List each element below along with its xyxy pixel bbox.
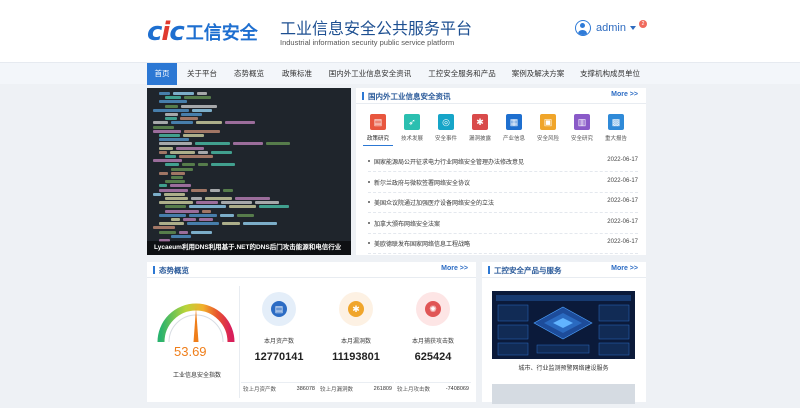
stat-compare: 较上月资产数 386078: [241, 382, 317, 394]
category-tab-1[interactable]: ➶ 技术发展: [397, 114, 427, 142]
bug-icon: ✱: [339, 292, 373, 326]
stat-value: 12770141: [254, 351, 304, 363]
category-label: 漏洞披露: [468, 136, 491, 142]
news-carousel[interactable]: Lycaeum利用DNS利用基于.NET的DNS后门攻击能源和电信行业: [147, 88, 351, 255]
stat-compare-label: 较上月资产数: [243, 386, 277, 393]
nav-item-members[interactable]: 支撑机构成员单位: [572, 63, 648, 85]
category-tab-4[interactable]: ▦ 产业信息: [499, 114, 529, 142]
news-item[interactable]: 加拿大颁布网络安全法案 2022-06-17: [368, 214, 638, 234]
stat-compare-label: 较上月攻击数: [397, 386, 431, 393]
news-item[interactable]: 国家能源局公开征求电力行业网络安全管理办法修改意见 2022-06-17: [368, 152, 638, 172]
news-panel-title: 国内外工业信息安全资讯: [368, 92, 451, 101]
stat-compare-value: 386078: [296, 385, 315, 392]
carousel-caption[interactable]: Lycaeum利用DNS利用基于.NET的DNS后门攻击能源和电信行业: [147, 241, 351, 255]
virus-icon: ✺: [416, 292, 450, 326]
stat-label: 本月资产数: [263, 339, 294, 345]
category-label: 安全研究: [570, 136, 593, 142]
product-image[interactable]: [492, 291, 635, 359]
cic-logo[interactable]: cic 工信安全: [147, 17, 258, 47]
stat-compare: 较上月攻击数 -7408069: [395, 382, 471, 394]
product-more-link[interactable]: More >>: [611, 265, 638, 272]
user-icon: [575, 20, 591, 36]
news-more-link[interactable]: More >>: [611, 91, 638, 98]
user-menu[interactable]: admin 2: [575, 18, 647, 38]
category-label: 政策研究: [366, 136, 389, 142]
nav-item-home[interactable]: 首页: [147, 63, 177, 85]
chart-icon: ▦: [506, 114, 522, 130]
alert-icon: ◎: [438, 114, 454, 130]
news-item[interactable]: 美国众议院通过加强医疗设备网络安全的立法 2022-06-17: [368, 193, 638, 213]
news-title[interactable]: 加拿大颁布网络安全法案: [374, 219, 440, 228]
stat-compare-label: 较上月漏洞数: [320, 386, 354, 393]
stat-compare-value: -7408069: [445, 385, 469, 392]
stat-compare: 较上月漏洞数 261809: [318, 382, 394, 394]
nav-item-cases[interactable]: 案例及解决方案: [506, 63, 570, 85]
news-date: 2022-06-17: [607, 198, 638, 204]
book-icon: ▥: [574, 114, 590, 130]
doc-icon: ▤: [370, 114, 386, 130]
stat-label: 本月漏洞数: [340, 339, 371, 345]
category-tab-7[interactable]: ▩ 重大报告: [601, 114, 631, 142]
chevron-down-icon: [629, 26, 636, 30]
stat-card: ✺ 本月捕获攻击数 625424: [395, 292, 471, 363]
news-date: 2022-06-17: [607, 157, 638, 163]
news-item[interactable]: 美欧德联发布国家网络信息工程战略 2022-06-17: [368, 234, 638, 254]
category-tab-2[interactable]: ◎ 安全事件: [431, 114, 461, 142]
situation-more-link[interactable]: More >>: [441, 265, 468, 272]
main-nav: 首页 关于平台 态势概览 政策标准 国内外工业信息安全资讯 工控安全服务和产品 …: [0, 62, 800, 85]
nav-item-about[interactable]: 关于平台: [180, 63, 224, 85]
stat-label: 本月捕获攻击数: [411, 339, 454, 345]
active-tab-underline: [363, 145, 393, 146]
nav-item-policy[interactable]: 政策标准: [274, 63, 320, 85]
news-panel: 国内外工业信息安全资讯 More >> ▤ 政策研究 ➶ 技术发展 ◎ 安全事件 ✱ 漏洞披露…: [356, 88, 646, 255]
stat-value: 11193801: [332, 351, 380, 363]
category-label: 重大报告: [604, 136, 627, 142]
category-tab-0[interactable]: ▤ 政策研究: [363, 114, 393, 142]
stat-card: ▤ 本月资产数 12770141: [241, 292, 317, 363]
rocket-icon: ➶: [404, 114, 420, 130]
category-label: 安全事件: [434, 136, 457, 142]
news-item[interactable]: 新尔兰政府与微软签署网络安全协议 2022-06-17: [368, 173, 638, 193]
notification-badge[interactable]: 2: [638, 20, 647, 28]
gauge-label: 工业信息安全指数: [172, 373, 221, 379]
situation-panel: 态势概览 More >> 53.69 工业信息安全指数 ▤ 本月资产数 127701…: [147, 262, 476, 402]
gauge-value: 53.69: [174, 344, 207, 359]
news-date: 2022-06-17: [607, 177, 638, 184]
product-panel: 工控安全产品与服务 More >> 城市、行业监测预警网络建设服务: [482, 262, 646, 404]
security-index-gauge: [157, 303, 235, 343]
category-label: 安全风险: [536, 136, 559, 142]
category-tab-3[interactable]: ✱ 漏洞披露: [465, 114, 495, 142]
news-title[interactable]: 美欧德联发布国家网络信息工程战略: [374, 239, 470, 248]
news-title[interactable]: 新尔兰政府与微软签署网络安全协议: [374, 178, 470, 187]
stat-card: ✱ 本月漏洞数 11193801: [318, 292, 394, 363]
stat-compare-value: 261809: [373, 385, 392, 392]
category-tab-6[interactable]: ▥ 安全研究: [567, 114, 597, 142]
product-panel-title: 工控安全产品与服务: [494, 266, 562, 275]
nav-item-products[interactable]: 工控安全服务和产品: [420, 63, 504, 85]
stat-value: 625424: [414, 351, 452, 363]
nav-item-situation[interactable]: 态势概览: [226, 63, 272, 85]
server-icon: ▤: [262, 292, 296, 326]
category-label: 产业信息: [502, 136, 525, 142]
nav-item-news[interactable]: 国内外工业信息安全资讯: [322, 63, 418, 85]
site-subtitle: Industrial information security public s…: [280, 38, 455, 47]
category-label: 技术发展: [400, 136, 423, 142]
category-tab-5[interactable]: ▣ 安全风险: [533, 114, 563, 142]
news-date: 2022-06-17: [607, 239, 638, 245]
report-icon: ▩: [608, 114, 624, 130]
situation-panel-title: 态势概览: [159, 266, 189, 275]
product-image-2[interactable]: [492, 384, 635, 404]
bug-icon: ✱: [472, 114, 488, 130]
site-title: 工业信息安全公共服务平台: [280, 19, 473, 38]
product-caption[interactable]: 城市、行业监测预警网络建设服务: [482, 363, 645, 372]
user-name: admin: [596, 22, 626, 34]
lock-icon: ▣: [540, 114, 556, 130]
news-title[interactable]: 国家能源局公开征求电力行业网络安全管理办法修改意见: [374, 157, 524, 166]
header: cic 工信安全 工业信息安全公共服务平台 Industrial informa…: [0, 0, 800, 62]
news-date: 2022-06-17: [607, 218, 638, 225]
news-title[interactable]: 美国众议院通过加强医疗设备网络安全的立法: [374, 198, 494, 207]
